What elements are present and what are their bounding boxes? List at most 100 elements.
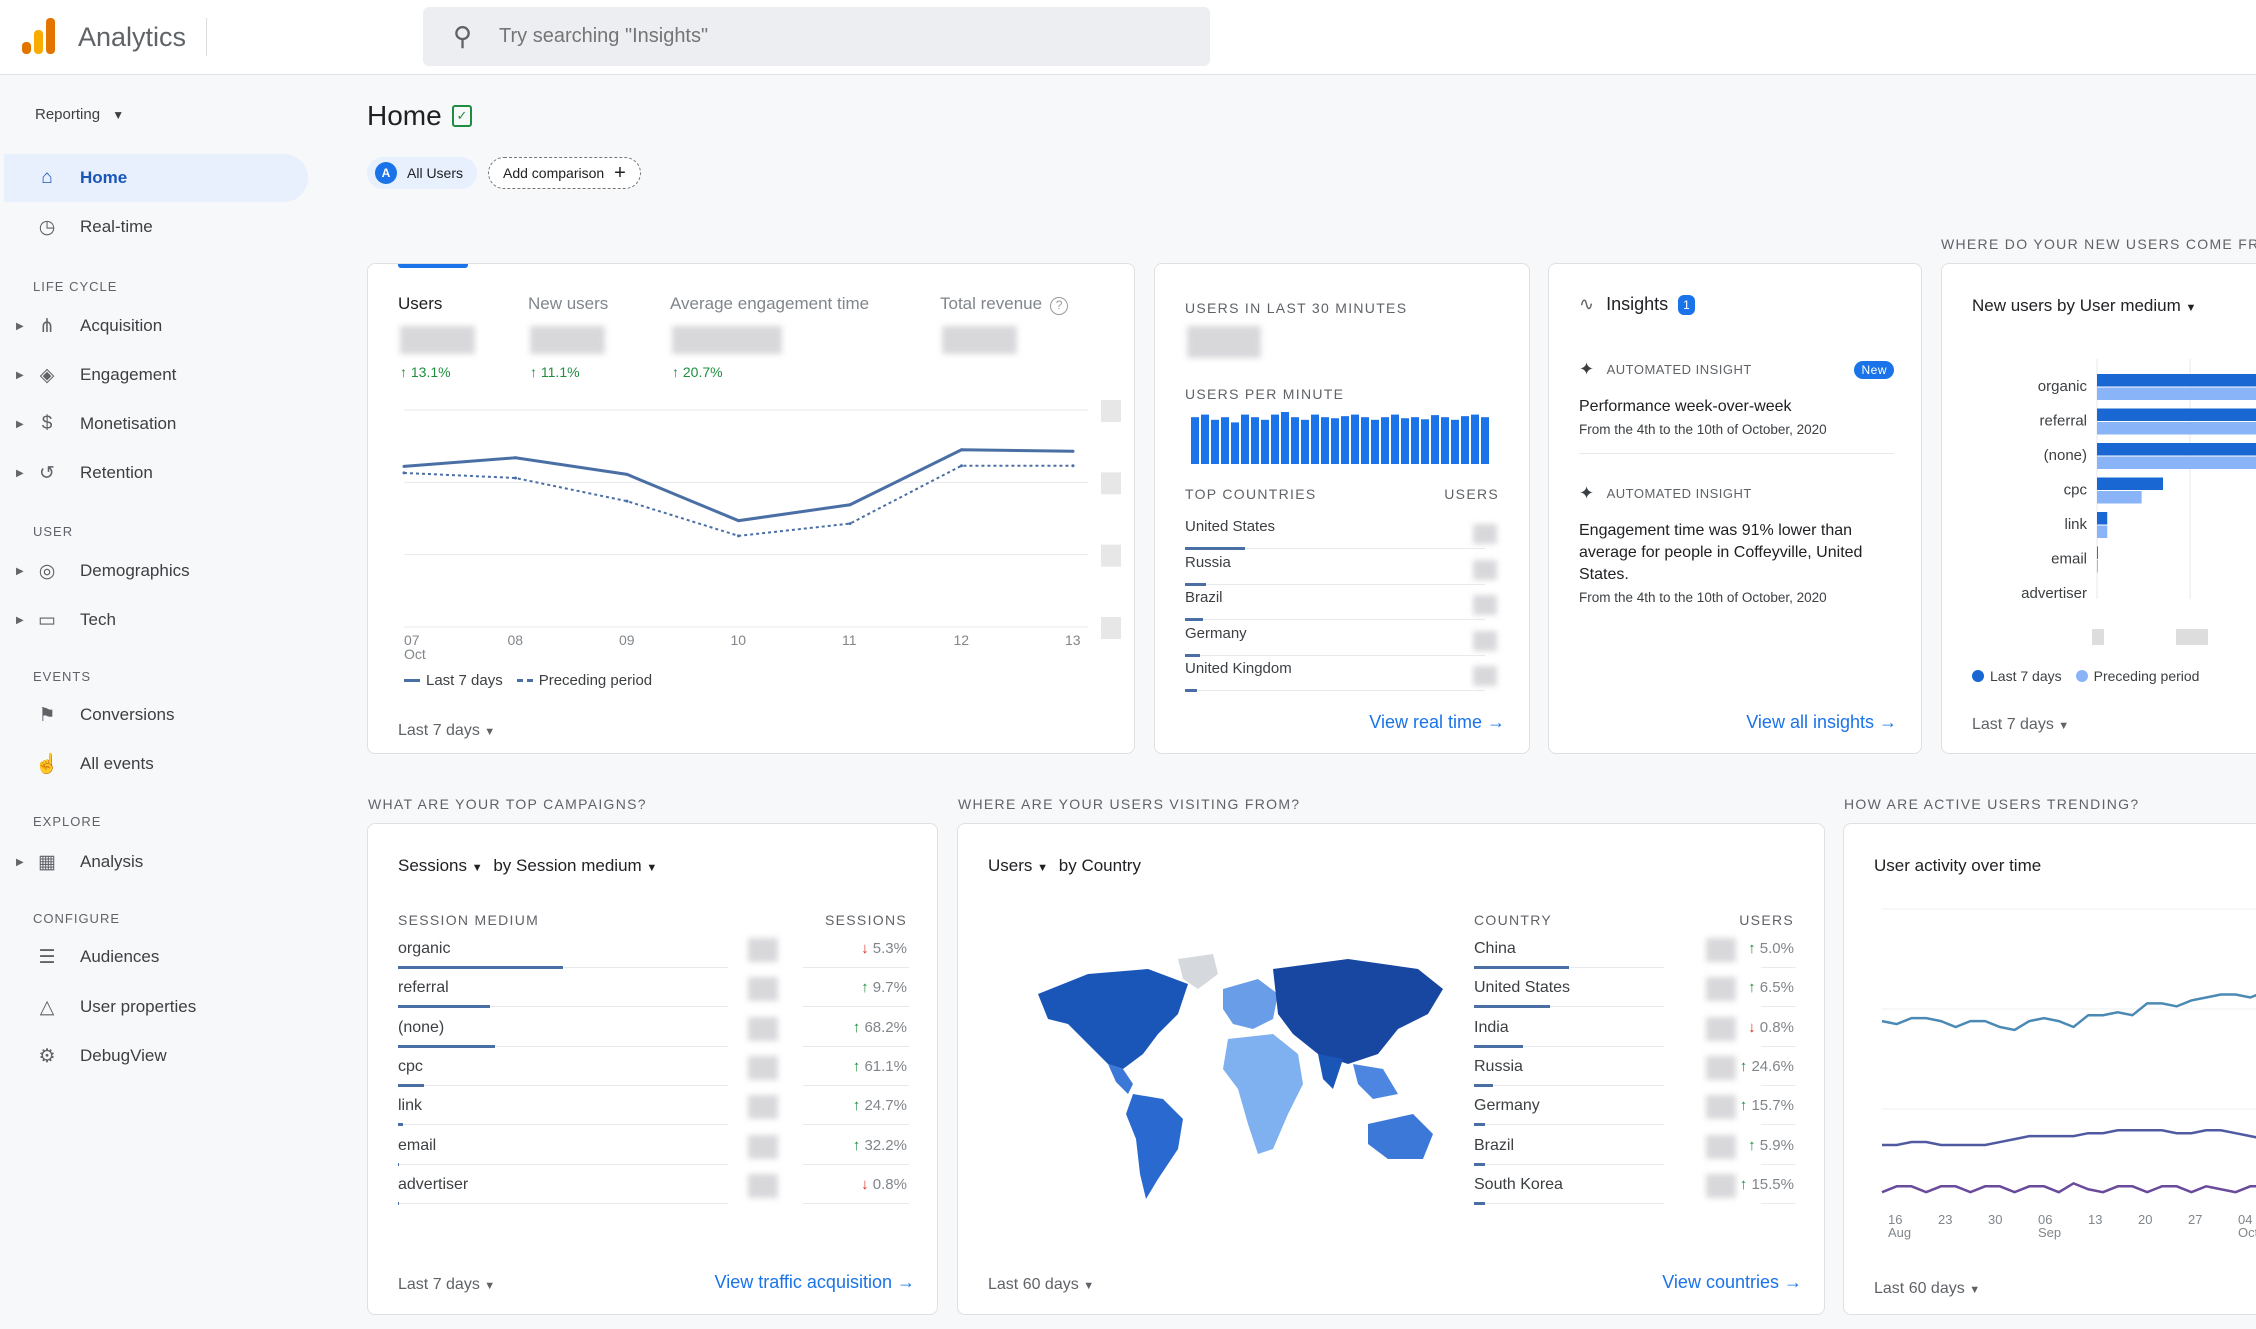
- table-row[interactable]: referral ↑ 9.7%: [368, 975, 937, 1014]
- table-row[interactable]: cpc ↑ 61.1%: [368, 1054, 937, 1093]
- x-tick-label: 27: [2188, 1212, 2202, 1227]
- insight-item[interactable]: ✦ AUTOMATED INSIGHT Engagement time was 91…: [1579, 483, 1894, 605]
- bar-preceding[interactable]: [2097, 422, 2256, 435]
- table-row[interactable]: China ↑ 5.0%: [958, 936, 1824, 975]
- country-row[interactable]: Germany: [1155, 625, 1529, 664]
- data-point: [737, 519, 740, 523]
- sidebar-item-retention[interactable]: ▶ ↺ Retention: [4, 449, 308, 497]
- sidebar-item-monetisation[interactable]: ▶ $ Monetisation: [4, 400, 308, 448]
- category-label: email: [2051, 551, 2087, 568]
- caret-down-icon: ▼: [646, 862, 658, 874]
- sidebar-item-real-time[interactable]: ◷ Real-time: [4, 203, 308, 251]
- search-bar[interactable]: ⚲: [423, 7, 1210, 66]
- view-real-time-link[interactable]: View real time →: [1369, 712, 1505, 733]
- table-row[interactable]: South Korea ↑ 15.5%: [958, 1172, 1824, 1211]
- expand-caret-icon[interactable]: ▶: [16, 468, 24, 479]
- sidebar-item-audiences[interactable]: ☰ Audiences: [4, 933, 308, 981]
- date-range-dropdown[interactable]: Last 7 days ▼: [398, 722, 495, 740]
- sidebar-item-tech[interactable]: ▶ ▭ Tech: [4, 596, 308, 644]
- dimension-dropdown[interactable]: by Session medium ▼: [493, 856, 657, 875]
- per-minute-bar: [1251, 417, 1259, 464]
- bar-last-7-days[interactable]: [2097, 477, 2164, 491]
- country-row[interactable]: United Kingdom: [1155, 660, 1529, 699]
- search-input[interactable]: [499, 21, 1099, 51]
- bar-preceding[interactable]: [2097, 387, 2256, 401]
- chart-legend: Last 7 days Preceding period: [404, 672, 652, 689]
- bar-preceding[interactable]: [2097, 456, 2256, 470]
- category-label: advertiser: [2021, 585, 2087, 602]
- expand-caret-icon[interactable]: ▶: [16, 566, 24, 577]
- sidebar-item-all-events[interactable]: ☝ All events: [4, 740, 308, 788]
- sidebar-item-conversions[interactable]: ⚑ Conversions: [4, 691, 308, 739]
- country-row[interactable]: Russia: [1155, 554, 1529, 593]
- insight-kind-row: ✦ AUTOMATED INSIGHT New: [1579, 359, 1894, 380]
- sidebar-item-user-properties[interactable]: △ User properties: [4, 983, 308, 1031]
- row-divider: [1185, 654, 1485, 656]
- expand-caret-icon[interactable]: ▶: [16, 615, 24, 626]
- bar-preceding[interactable]: [2097, 491, 2142, 504]
- sidebar-item-label: Home: [80, 168, 128, 187]
- per-minute-bar: [1351, 414, 1359, 464]
- view-countries-link[interactable]: View countries →: [1662, 1272, 1802, 1293]
- share-bar: [1185, 653, 1200, 657]
- country-row[interactable]: Brazil: [1155, 589, 1529, 628]
- insight-item[interactable]: ✦ AUTOMATED INSIGHT New Performance week-ov…: [1579, 359, 1894, 454]
- bar-preceding[interactable]: [2097, 525, 2108, 539]
- table-row[interactable]: advertiser ↓ 0.8%: [368, 1172, 937, 1211]
- overview-card: Users ↑ 13.1% New users ↑ 11.1% Average enga…: [367, 263, 1135, 754]
- date-range-dropdown[interactable]: Last 7 days ▼: [398, 1276, 495, 1294]
- y-tick-redacted: [1101, 472, 1121, 495]
- table-row[interactable]: United States ↑ 6.5%: [958, 975, 1824, 1014]
- sidebar-item-acquisition[interactable]: ▶ ⋔ Acquisition: [4, 302, 308, 350]
- per-minute-bar: [1421, 419, 1429, 464]
- metric-dropdown[interactable]: Sessions ▼: [398, 856, 483, 875]
- link-label: View real time: [1369, 712, 1482, 732]
- date-range-dropdown[interactable]: Last 7 days ▼: [1972, 716, 2069, 734]
- link-label: View countries: [1662, 1272, 1779, 1292]
- share-bar: [398, 1162, 399, 1166]
- bar-last-7-days[interactable]: [2097, 512, 2108, 525]
- bar-last-7-days[interactable]: [2097, 374, 2256, 387]
- table-row[interactable]: link ↑ 24.7%: [368, 1093, 937, 1132]
- y-tick-redacted: [1101, 400, 1121, 422]
- table-row[interactable]: Brazil ↑ 5.9%: [958, 1133, 1824, 1172]
- expand-caret-icon[interactable]: ▶: [16, 321, 24, 332]
- per-minute-bar: [1481, 417, 1489, 464]
- sidebar-item-home[interactable]: ⌂ Home: [4, 154, 308, 202]
- view-all-insights-link[interactable]: View all insights →: [1746, 712, 1897, 733]
- bar-preceding[interactable]: [2097, 560, 2098, 573]
- sidebar-item-demographics[interactable]: ▶ ◎ Demographics: [4, 547, 308, 595]
- legend-current: Last 7 days: [1990, 668, 2062, 684]
- analytics-logo-icon[interactable]: [22, 18, 56, 54]
- date-range-dropdown[interactable]: Last 60 days ▼: [988, 1276, 1094, 1294]
- bar-last-7-days[interactable]: [2097, 408, 2256, 422]
- bar-last-7-days[interactable]: [2097, 443, 2256, 456]
- add-comparison-button[interactable]: Add comparison +: [488, 157, 641, 189]
- table-row[interactable]: email ↑ 32.2%: [368, 1133, 937, 1172]
- all-users-chip[interactable]: A All Users: [367, 157, 478, 189]
- share-bar: [1474, 1162, 1486, 1166]
- view-traffic-acquisition-link[interactable]: View traffic acquisition →: [715, 1272, 915, 1293]
- table-row[interactable]: India ↓ 0.8%: [958, 1015, 1824, 1054]
- table-row[interactable]: organic ↓ 5.3%: [368, 936, 937, 975]
- caret-down-icon: ▼: [1969, 1284, 1981, 1296]
- expand-caret-icon[interactable]: ▶: [16, 419, 24, 430]
- value-redacted: [748, 1173, 778, 1198]
- date-range-dropdown[interactable]: Last 60 days ▼: [1874, 1280, 1980, 1298]
- reporting-dropdown[interactable]: Reporting ▼: [35, 106, 124, 123]
- table-row[interactable]: Germany ↑ 15.7%: [958, 1093, 1824, 1132]
- metric-dropdown[interactable]: Users ▼: [988, 856, 1048, 875]
- verified-report-icon[interactable]: ✓: [452, 105, 472, 127]
- sidebar-item-debugview[interactable]: ⚙ DebugView: [4, 1032, 308, 1080]
- sidebar-item-analysis[interactable]: ▶ ▦ Analysis: [4, 838, 308, 886]
- country-row[interactable]: United States: [1155, 518, 1529, 557]
- share-bar: [398, 1201, 399, 1205]
- sidebar-item-engagement[interactable]: ▶ ◈ Engagement: [4, 351, 308, 399]
- audiences-icon: ☰: [38, 946, 56, 968]
- bar-last-7-days[interactable]: [2097, 546, 2098, 560]
- table-row[interactable]: Russia ↑ 24.6%: [958, 1054, 1824, 1093]
- col-sessions: SESSIONS: [825, 912, 907, 928]
- table-row[interactable]: (none) ↑ 68.2%: [368, 1015, 937, 1054]
- expand-caret-icon[interactable]: ▶: [16, 370, 24, 381]
- expand-caret-icon[interactable]: ▶: [16, 857, 24, 868]
